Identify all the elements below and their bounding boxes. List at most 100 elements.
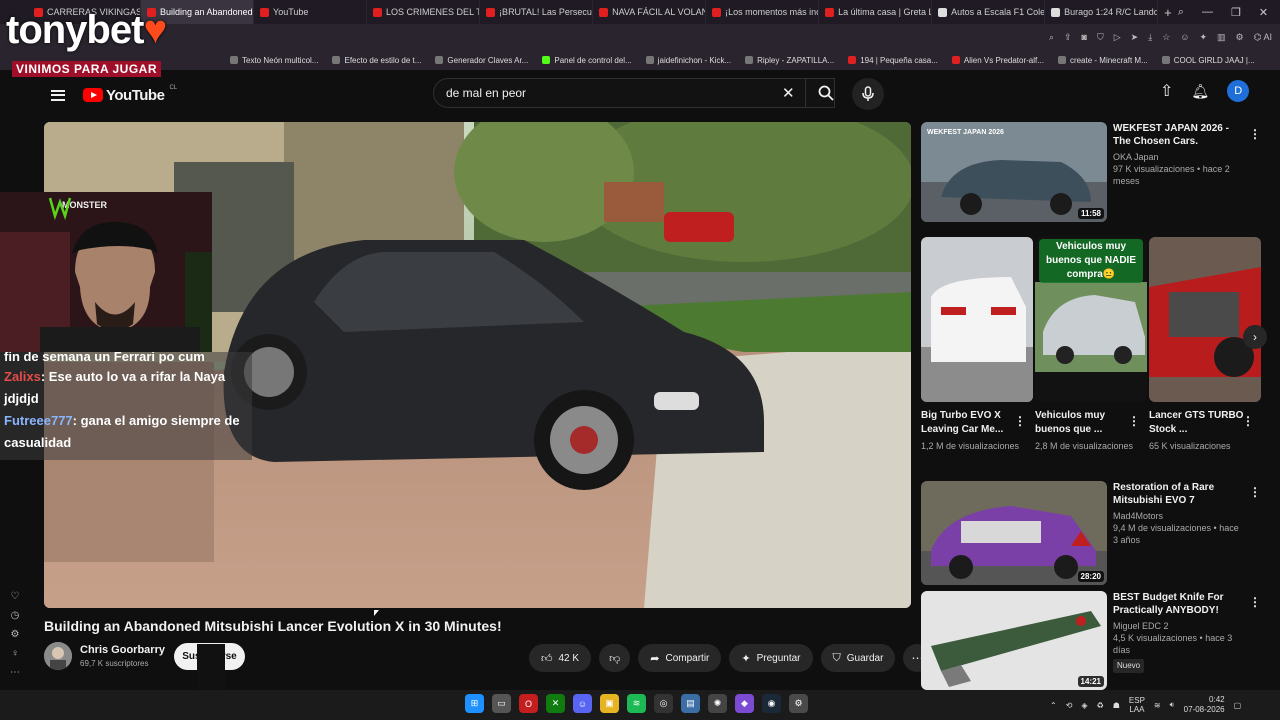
extension-icon[interactable]: ✦ <box>1199 32 1207 43</box>
search-button[interactable] <box>805 78 845 108</box>
obs-icon[interactable]: ◎ <box>654 694 673 713</box>
ai-button[interactable]: ⌬ AI <box>1254 32 1272 43</box>
recommendation-thumbnail[interactable]: WEKFEST JAPAN 2026 11:58 <box>921 122 1107 222</box>
more-vertical-icon[interactable]: ⋮ <box>1249 595 1261 609</box>
chatgpt-icon[interactable]: ✺ <box>708 694 727 713</box>
notifications-bell-icon[interactable]: 🔔︎ <box>1191 83 1209 100</box>
chevron-up-icon[interactable]: ⌃ <box>1050 701 1057 710</box>
browser-tab[interactable]: YouTube <box>254 0 368 24</box>
calculator-icon[interactable]: ▤ <box>681 694 700 713</box>
language-indicator[interactable]: ESP LAA <box>1129 696 1145 714</box>
clear-search-icon[interactable]: ✕ <box>782 84 795 102</box>
new-tab-button[interactable]: + <box>1158 5 1178 20</box>
task-view-icon[interactable]: ▭ <box>492 694 511 713</box>
bookmark-item[interactable]: create - Minecraft M... <box>1057 56 1148 65</box>
youtube-favicon-icon <box>712 7 722 17</box>
short-details: Big Turbo EVO X Leaving Car Me... 1,2 M … <box>921 409 1021 452</box>
short-thumbnail[interactable] <box>1149 237 1261 402</box>
download-icon[interactable]: ⤓ <box>1148 32 1152 43</box>
recommendation-thumbnail[interactable]: 14:21 <box>921 591 1107 690</box>
recommendation-item[interactable]: WEKFEST JAPAN 2026 11:58 WEKFEST JAPAN 2… <box>921 122 1243 222</box>
browser-tab[interactable]: ¡BRUTAL! Las Persecucion <box>480 0 594 24</box>
bookmark-item[interactable]: jaidefinichon - Kick... <box>645 56 731 65</box>
system-clock[interactable]: 0:42 07-08-2026 <box>1184 695 1225 715</box>
bookmark-item[interactable]: 194 | Pequeña casa... <box>848 56 938 65</box>
bookmark-item[interactable]: Efecto de estilo de t... <box>332 56 421 65</box>
upload-icon[interactable]: ⇧ <box>1160 81 1173 101</box>
windows-start-icon[interactable]: ⊞ <box>465 694 484 713</box>
browser-tab[interactable]: LOS CRIMENES DEL TORN <box>367 0 481 24</box>
more-icon[interactable]: ⋯ <box>10 667 20 678</box>
settings-icon[interactable]: ⚙ <box>1236 32 1244 43</box>
minimize-icon[interactable]: — <box>1202 6 1213 19</box>
tray-app-icon[interactable]: ♻ <box>1097 701 1104 710</box>
tray-app-icon[interactable]: ◈ <box>1081 701 1087 710</box>
heart-icon[interactable]: ♡ <box>11 591 20 602</box>
send-icon[interactable]: ➤ <box>1131 32 1139 43</box>
like-button[interactable]: 👍︎ 42 K <box>529 644 592 672</box>
wifi-icon[interactable]: ≋ <box>1154 701 1161 710</box>
shorts-next-button[interactable]: › <box>1243 325 1267 349</box>
play-icon[interactable]: ▷ <box>1114 32 1121 43</box>
bookmark-item[interactable]: COOL GIRLD JAAJ |... <box>1161 56 1255 65</box>
shield-icon[interactable]: ⛉ <box>1097 32 1104 43</box>
menu-icon[interactable] <box>51 89 65 101</box>
history-icon[interactable]: ◷ <box>11 610 20 621</box>
save-button[interactable]: ⛉ Guardar <box>820 644 896 672</box>
zoom-icon[interactable]: ⌕ <box>1049 32 1054 43</box>
recommendation-item[interactable]: 14:21 BEST Budget Knife For Practically … <box>921 591 1243 690</box>
bookmark-item[interactable]: Panel de control del... <box>542 56 632 65</box>
search-tabs-icon[interactable]: ⌕ <box>1178 6 1184 19</box>
profile-icon[interactable]: ☺ <box>1180 32 1189 43</box>
steam-icon[interactable]: ◉ <box>762 694 781 713</box>
spotify-icon[interactable]: ≋ <box>627 694 646 713</box>
more-vertical-icon[interactable]: ⋮ <box>1014 414 1026 428</box>
tray-app-icon[interactable]: ⟲ <box>1066 701 1073 710</box>
bookmark-item[interactable]: Texto Neón multicol... <box>230 56 318 65</box>
share-button[interactable]: ➦ Compartir <box>638 644 722 672</box>
settings-icon[interactable]: ⚙ <box>11 629 20 640</box>
more-vertical-icon[interactable]: ⋮ <box>1249 485 1261 499</box>
short-thumbnail[interactable]: Vehiculos muy buenos que NADIE compra😐 <box>1035 237 1147 402</box>
voice-search-button[interactable] <box>852 78 884 110</box>
discord-icon[interactable]: ☺ <box>573 694 592 713</box>
xbox-icon[interactable]: ✕ <box>546 694 565 713</box>
bookmark-item[interactable]: Alien Vs Predator-alf... <box>951 56 1044 65</box>
browser-tab[interactable]: La última casa | Greta Lee <box>819 0 933 24</box>
bookmark-item[interactable]: Generador Claves Ar... <box>435 56 528 65</box>
bookmark-icon[interactable]: ☆ <box>1162 32 1170 43</box>
browser-tab[interactable]: Burago 1:24 R/C Lando N <box>1045 0 1159 24</box>
search-input[interactable]: de mal en peor <box>433 78 835 108</box>
more-vertical-icon[interactable]: ⋮ <box>1249 127 1261 141</box>
youtube-logo[interactable]: YouTube CL <box>83 85 177 104</box>
camera-icon[interactable]: ◙ <box>1082 32 1087 43</box>
more-vertical-icon[interactable]: ⋮ <box>1242 414 1254 428</box>
bookmark-item[interactable]: Ripley - ZAPATILLA... <box>745 56 834 65</box>
close-icon[interactable]: ✕ <box>1259 6 1268 19</box>
browser-tab[interactable]: ¡Los momentos más incre <box>706 0 820 24</box>
sidebar-icon[interactable]: ▥ <box>1217 32 1226 43</box>
channel-name[interactable]: Chris Goorbarry <box>80 644 165 656</box>
browser-tab[interactable]: NAVA FÁCIL AL VOLANTE <box>593 0 707 24</box>
tray-app-icon[interactable]: ☗ <box>1113 701 1120 710</box>
restore-icon[interactable]: ❐ <box>1231 6 1241 19</box>
opera-browser-icon[interactable]: O <box>519 694 538 713</box>
volume-icon[interactable]: 🔉︎ <box>1170 700 1175 710</box>
share-icon[interactable]: ⇪ <box>1064 32 1072 43</box>
sparkle-icon: ✦ <box>741 652 751 665</box>
settings-gear-icon[interactable]: ⚙ <box>789 694 808 713</box>
recommendation-item[interactable]: 28:20 Restoration of a Rare Mitsubishi E… <box>921 481 1243 585</box>
game-launcher-icon[interactable]: ◆ <box>735 694 754 713</box>
notification-icon[interactable]: ▢ <box>1234 701 1242 710</box>
short-thumbnail[interactable] <box>921 237 1033 402</box>
browser-tab[interactable]: Autos a Escala F1 Colecc <box>932 0 1046 24</box>
recommendation-meta: 97 K visualizaciones • hace 2 meses <box>1113 164 1230 186</box>
dislike-button[interactable]: 👎︎ <box>599 644 631 672</box>
recommendation-thumbnail[interactable]: 28:20 <box>921 481 1107 585</box>
channel-avatar[interactable] <box>44 642 72 670</box>
lightbulb-icon[interactable]: ♀ <box>11 648 19 659</box>
file-explorer-icon[interactable]: ▣ <box>600 694 619 713</box>
account-avatar[interactable]: D <box>1227 80 1250 102</box>
ask-button[interactable]: ✦ Preguntar <box>729 644 813 672</box>
more-vertical-icon[interactable]: ⋮ <box>1128 414 1140 428</box>
